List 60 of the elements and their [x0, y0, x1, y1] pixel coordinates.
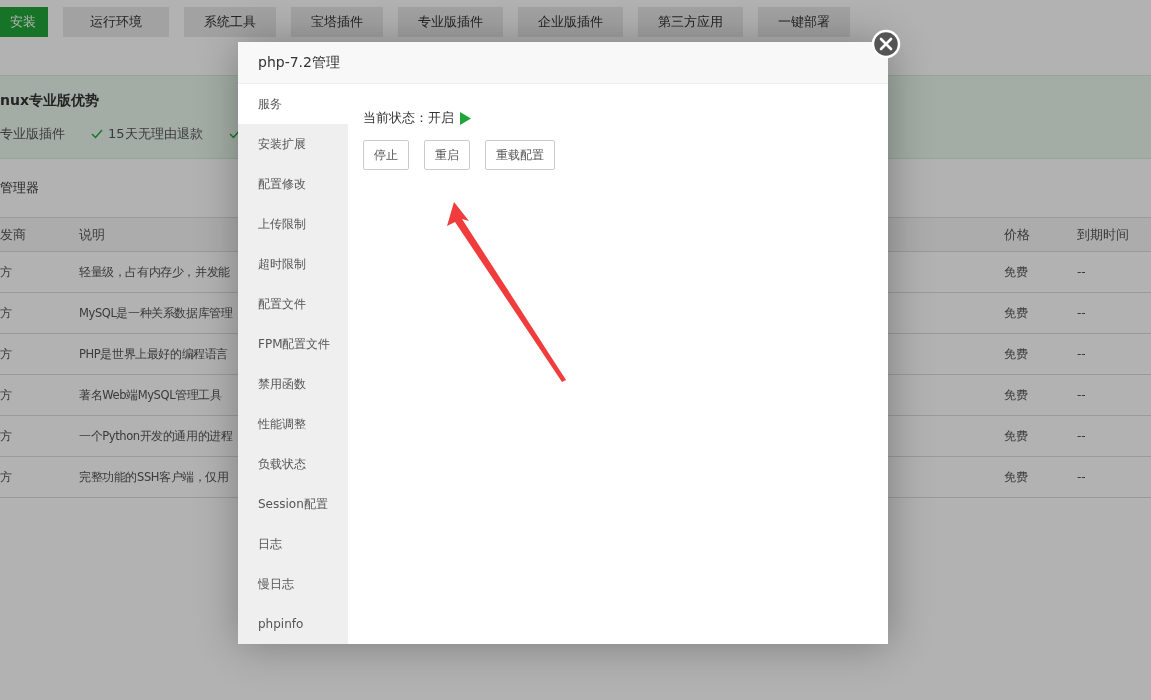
- table-cell-text: 方: [0, 427, 13, 445]
- action-button[interactable]: 停止: [363, 140, 409, 170]
- sidebar-item[interactable]: Session配置: [238, 484, 348, 524]
- column-header: 说明: [79, 225, 106, 244]
- table-cell: 轻量级，占有内存少，并发能: [79, 264, 230, 279]
- table-cell-text: --: [1077, 347, 1087, 361]
- table-cell-text: --: [1077, 265, 1087, 279]
- table-cell-text: 方: [0, 263, 13, 281]
- table-cell-text: 免费: [1004, 345, 1029, 363]
- column-header: 价格: [1004, 225, 1031, 244]
- sidebar-item[interactable]: FPM配置文件: [238, 324, 348, 364]
- table-cell-text: 免费: [1004, 304, 1029, 322]
- table-cell-text: --: [1077, 306, 1087, 320]
- dialog-title: php-7.2管理: [258, 53, 340, 72]
- status-value: 开启: [428, 109, 454, 127]
- category-tab[interactable]: 运行环境: [63, 7, 169, 37]
- feature-text: 15天无理由退款: [108, 124, 203, 143]
- table-cell-text: --: [1077, 429, 1087, 443]
- sidebar-item[interactable]: 配置修改: [238, 164, 348, 204]
- column-header: 到期时间: [1077, 225, 1130, 244]
- action-button[interactable]: 重载配置: [485, 140, 555, 170]
- table-cell: 一个Python开发的通用的进程: [79, 428, 233, 443]
- close-button[interactable]: [871, 29, 901, 59]
- sidebar-item[interactable]: 日志: [238, 524, 348, 564]
- table-cell-text: 免费: [1004, 427, 1029, 445]
- table-cell: MySQL是一种关系数据库管理: [79, 305, 233, 320]
- sidebar-item[interactable]: 负载状态: [238, 444, 348, 484]
- table-cell-text: 免费: [1004, 263, 1029, 281]
- sidebar-item[interactable]: 配置文件: [238, 284, 348, 324]
- sidebar-item[interactable]: 超时限制: [238, 244, 348, 284]
- table-cell-text: 方: [0, 386, 13, 404]
- table-cell: PHP是世界上最好的编程语言: [79, 346, 228, 361]
- table-cell-text: 方: [0, 304, 13, 322]
- sidebar-item[interactable]: 上传限制: [238, 204, 348, 244]
- table-cell-text: 方: [0, 345, 13, 363]
- table-cell: 著名Web端MySQL管理工具: [79, 387, 222, 402]
- sidebar-item[interactable]: 慢日志: [238, 564, 348, 604]
- category-tab[interactable]: 企业版插件: [518, 7, 623, 37]
- sidebar-item[interactable]: phpinfo: [238, 604, 348, 644]
- table-cell: 完整功能的SSH客户端，仅用: [79, 469, 229, 484]
- table-cell-text: 免费: [1004, 468, 1029, 486]
- status-label: 当前状态：: [363, 109, 428, 127]
- category-tab[interactable]: 专业版插件: [398, 7, 503, 37]
- sidebar-item[interactable]: 禁用函数: [238, 364, 348, 404]
- table-cell-text: 方: [0, 468, 13, 486]
- table-cell-text: --: [1077, 470, 1087, 484]
- category-tab[interactable]: 一键部署: [758, 7, 850, 37]
- table-cell-text: --: [1077, 388, 1087, 402]
- sidebar-item[interactable]: 服务: [238, 84, 348, 124]
- column-header: 发商: [0, 225, 27, 244]
- action-button[interactable]: 重启: [424, 140, 470, 170]
- table-cell-text: 免费: [1004, 386, 1029, 404]
- category-tab[interactable]: 系统工具: [184, 7, 276, 37]
- category-tab[interactable]: 宝塔插件: [291, 7, 383, 37]
- section-title: 管理器: [0, 180, 39, 195]
- feature-text: 专业版插件: [0, 124, 65, 143]
- category-tab[interactable]: 第三方应用: [638, 7, 743, 37]
- sidebar-item[interactable]: 性能调整: [238, 404, 348, 444]
- promo-title: nux专业版优势: [0, 91, 99, 110]
- sidebar-item[interactable]: 安装扩展: [238, 124, 348, 164]
